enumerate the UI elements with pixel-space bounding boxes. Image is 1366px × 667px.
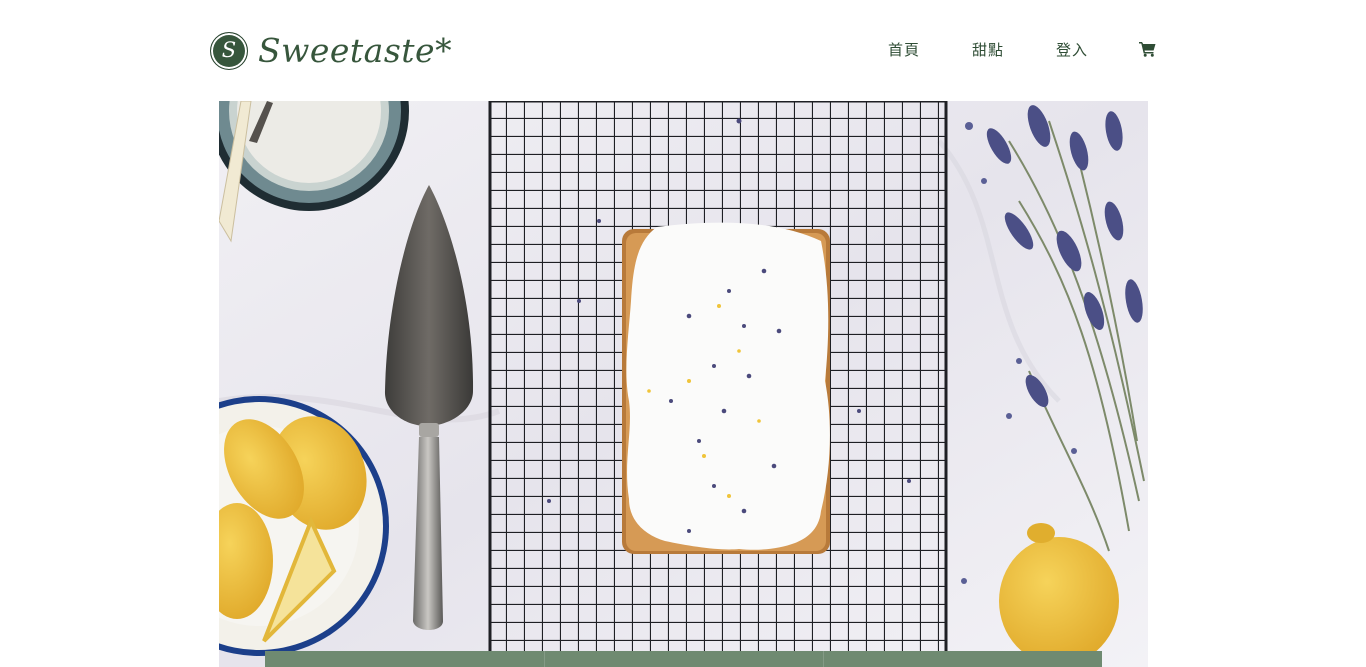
main-nav: 首頁 甜點 登入 [0, 38, 1366, 62]
hero-photo [219, 101, 1148, 667]
nav-desserts-link[interactable]: 甜點 [972, 38, 1004, 62]
cart-button[interactable] [1139, 40, 1156, 58]
feature-strip [265, 651, 1102, 667]
nav-login-link[interactable]: 登入 [1056, 38, 1088, 62]
hero-image [219, 101, 1148, 667]
navbar: S Sweetaste* 首頁 甜點 登入 [0, 0, 1366, 100]
feature-strip-cell [544, 651, 824, 667]
cart-icon [1139, 42, 1156, 57]
feature-strip-cell [823, 651, 1102, 667]
nav-home-link[interactable]: 首頁 [888, 38, 920, 62]
